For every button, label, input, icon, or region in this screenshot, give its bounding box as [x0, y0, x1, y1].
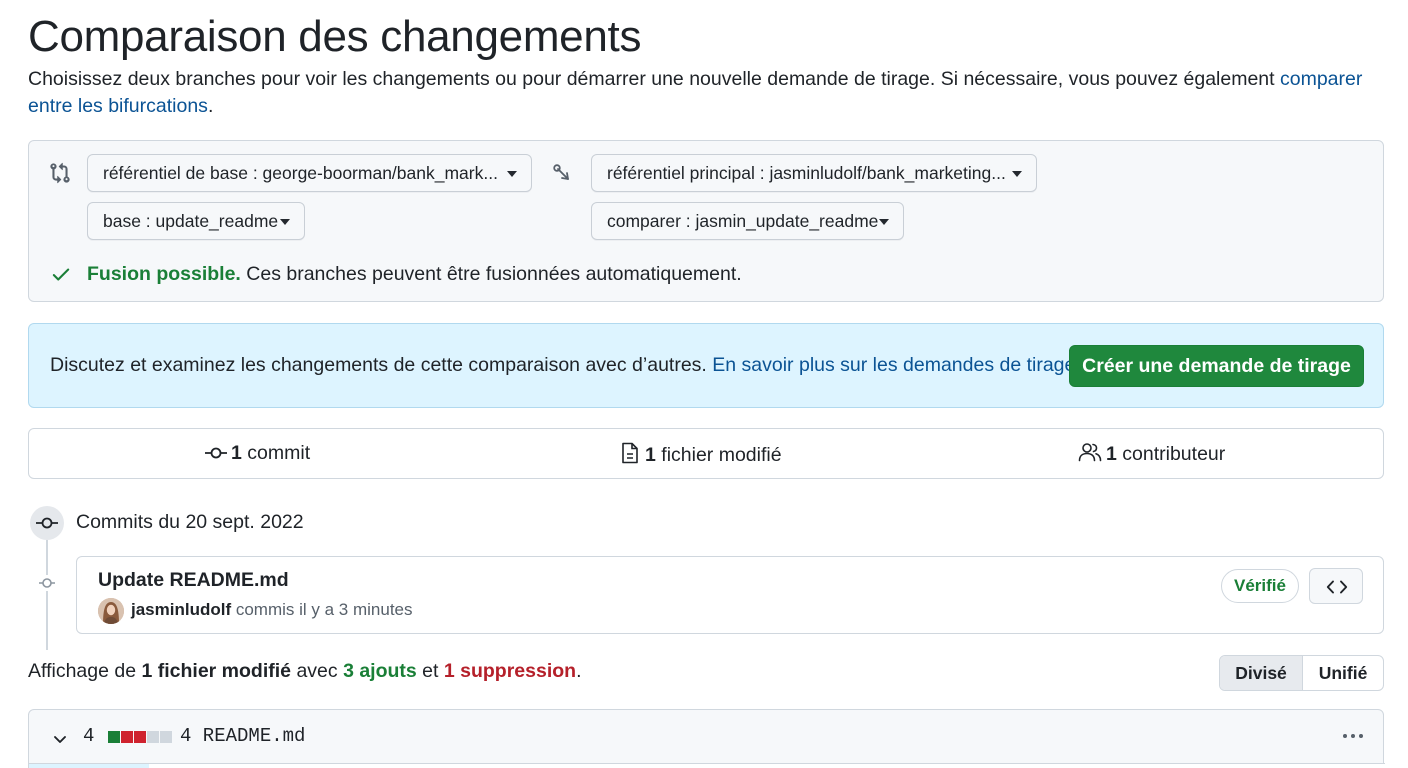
timeline-line: [46, 540, 48, 650]
chevron-down-icon[interactable]: [51, 730, 69, 748]
base-branch-label: base : update_readme: [103, 211, 279, 231]
commits-count: 1: [231, 442, 242, 464]
diffstat-block-neutral: [160, 731, 172, 743]
file-name-link[interactable]: 4 README.md: [180, 725, 305, 747]
commit-time: commis il y a 3 minutes: [231, 600, 413, 619]
diffstat-block-added: [108, 731, 120, 743]
arrow-left-icon: [553, 164, 569, 180]
learn-more-link[interactable]: En savoir plus sur les demandes de tirag…: [712, 354, 1075, 376]
intro-description: Choisissez deux branches pour voir les c…: [28, 68, 1280, 90]
commit-title-link[interactable]: Update README.md: [98, 569, 289, 592]
contributors-stat[interactable]: 1 contributeur: [1078, 442, 1225, 466]
page-title: Comparaison des changements: [28, 12, 642, 61]
base-repository-label: référentiel de base : george-boorman/ban…: [103, 163, 498, 183]
people-icon: [1078, 443, 1102, 462]
timeline-dot: [39, 575, 55, 591]
commits-date-heading: Commits du 20 sept. 2022: [76, 511, 304, 533]
commits-badge: [30, 506, 64, 540]
head-repository-label: référentiel principal : jasminludolf/ban…: [607, 163, 1006, 183]
code-icon: [1326, 580, 1348, 594]
file-diff-body-top: [29, 763, 1385, 768]
caret-down-icon: [1012, 171, 1022, 177]
compare-branch-select[interactable]: comparer : jasmin_update_readme: [591, 202, 904, 240]
commits-label: commit: [241, 442, 311, 464]
commit-icon: [205, 447, 227, 459]
contributors-count: 1: [1106, 443, 1117, 465]
summary-end: .: [576, 660, 582, 682]
browse-repository-button[interactable]: [1309, 568, 1363, 604]
summary-additions: 3 ajouts: [343, 660, 417, 682]
pull-request-description: Discutez et examinez les changements de …: [50, 354, 713, 376]
avatar[interactable]: [98, 598, 124, 624]
diff-view-toggle: Divisé Unifié: [1219, 655, 1384, 691]
files-count: 1: [645, 444, 656, 466]
diff-change-count: 4: [83, 725, 95, 747]
check-icon: [52, 268, 70, 281]
git-compare-icon: [50, 162, 70, 184]
merge-status-detail: Ces branches peuvent être fusionnées aut…: [240, 263, 742, 285]
user-avatar-image: [98, 598, 124, 624]
commit-author-link[interactable]: jasminludolf: [131, 600, 231, 619]
diffstat-block-deleted: [121, 731, 133, 743]
summary-files-link[interactable]: 1 fichier modifié: [141, 660, 291, 682]
pull-request-text: Discutez et examinez les changements de …: [50, 354, 1075, 377]
commits-stat[interactable]: 1 commit: [205, 442, 310, 465]
base-branch-select[interactable]: base : update_readme: [87, 202, 305, 240]
files-label: fichier modifié: [655, 444, 782, 466]
merge-status-ok: Fusion possible.: [87, 263, 241, 285]
verified-badge[interactable]: Vérifié: [1221, 569, 1299, 603]
compare-range-box: référentiel de base : george-boorman/ban…: [28, 140, 1384, 302]
commit-list-item: Update README.md jasminludolf commis il …: [76, 556, 1384, 634]
merge-status: Fusion possible. Ces branches peuvent êt…: [87, 263, 742, 286]
files-changed-stat[interactable]: 1 fichier modifié: [621, 442, 782, 467]
commit-node-icon: [39, 578, 55, 588]
compare-stats-bar: 1 commit 1 fichier modifié 1 contributeu…: [28, 428, 1384, 479]
summary-prefix: Affichage de: [28, 660, 142, 682]
intro-period: .: [207, 95, 214, 117]
intro-text: Choisissez deux branches pour voir les c…: [28, 66, 1384, 120]
commit-meta: jasminludolf commis il y a 3 minutes: [131, 600, 413, 620]
summary-and: et: [416, 660, 444, 682]
create-pull-request-button[interactable]: Créer une demande de tirage: [1069, 345, 1364, 387]
contributors-label: contributeur: [1116, 443, 1226, 465]
base-repository-select[interactable]: référentiel de base : george-boorman/ban…: [87, 154, 532, 192]
head-repository-select[interactable]: référentiel principal : jasminludolf/ban…: [591, 154, 1037, 192]
summary-middle: avec: [291, 660, 344, 682]
diff-summary: Affichage de 1 fichier modifié avec 3 aj…: [28, 660, 582, 683]
diffstat-block-neutral: [147, 731, 159, 743]
split-view-button[interactable]: Divisé: [1220, 656, 1303, 690]
kebab-horizontal-icon[interactable]: [1341, 728, 1365, 744]
compare-branch-label: comparer : jasmin_update_readme: [607, 211, 879, 231]
diffstat-block-deleted: [134, 731, 146, 743]
hunk-expander[interactable]: [29, 764, 149, 768]
caret-down-icon: [507, 171, 517, 177]
caret-down-icon: [879, 219, 889, 225]
pull-request-banner: Discutez et examinez les changements de …: [28, 323, 1384, 408]
file-diff-header: 4 4 README.md: [28, 709, 1385, 768]
diffstat-bar: [108, 731, 173, 743]
file-diff-icon: [622, 442, 638, 464]
summary-deletions: 1 suppression: [443, 660, 577, 682]
commit-icon: [36, 517, 58, 529]
unified-view-button[interactable]: Unifié: [1303, 656, 1383, 690]
caret-down-icon: [280, 219, 290, 225]
